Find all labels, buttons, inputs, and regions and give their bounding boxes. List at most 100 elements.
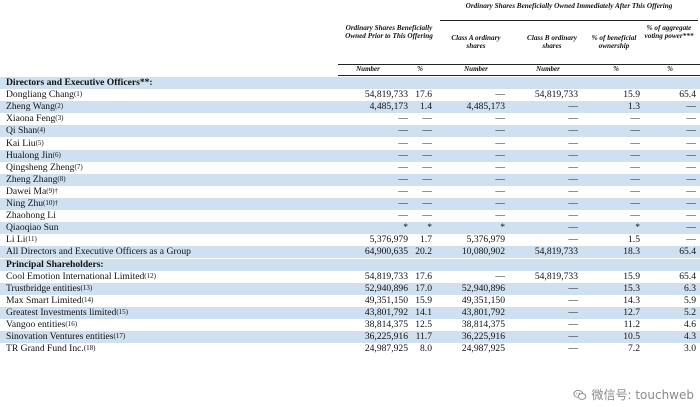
cell-c5: 15.3 <box>623 282 640 294</box>
table-row: Max Smart Limited(14) 49,351,150 15.9 49,35… <box>0 295 700 307</box>
subheader-underline <box>338 75 700 76</box>
cell-c3: — <box>495 161 505 173</box>
cell-c6: 3.0 <box>684 343 696 355</box>
wechat-icon <box>573 389 587 400</box>
footnote-ref: (16) <box>65 320 78 328</box>
cell-c1: 24,987,925 <box>364 343 408 355</box>
group-header-after-offering: Ordinary Shares Beneficially Owned Immed… <box>465 2 673 10</box>
footnote-ref: (9)† <box>46 186 58 195</box>
footnote-ref: (11) <box>25 235 37 244</box>
row-label: Dongliang Chang(1) <box>6 89 82 101</box>
cell-c6: — <box>686 198 696 209</box>
row-label: Dawei Ma(9)† <box>6 186 58 198</box>
table-row: Qi Shan(4) — — — — — — <box>0 125 700 138</box>
table-row: Hualong Jin(6) — — — — — — <box>0 149 700 162</box>
table-row: Li Li(11) 5,376,979 1.7 5,376,979 — 1.5 — <box>0 234 700 246</box>
section-title: Directors and Executive Officers**: <box>6 77 153 88</box>
footnote-ref: (7) <box>74 162 83 171</box>
cell-c1: 64,900,635 <box>364 246 408 258</box>
table-row: All Directors and Executive Officers as … <box>0 246 700 259</box>
cell-c1: 5,376,979 <box>369 234 408 246</box>
cell-c3: — <box>495 137 505 149</box>
cell-c4: — <box>568 173 578 185</box>
header-pct-ownership: % of beneficial ownership <box>591 34 637 51</box>
cell-c3: — <box>495 185 505 197</box>
cell-c3: — <box>495 198 505 209</box>
subheader-pct-ownership: % <box>613 65 619 73</box>
cell-c6: 5.9 <box>684 294 696 306</box>
cell-c5: 1.5 <box>628 234 640 246</box>
cell-c1: 4,485,173 <box>369 101 408 113</box>
cell-c4: — <box>568 234 578 246</box>
section-header: Directors and Executive Officers**: <box>0 77 700 89</box>
cell-c5: 11.2 <box>623 319 640 330</box>
cell-c6: — <box>686 185 696 197</box>
cell-c6: 5.2 <box>684 306 696 318</box>
row-label: Kai Liu(5) <box>6 138 44 150</box>
cell-c1: 36,225,916 <box>364 331 408 343</box>
cell-c2: 17.6 <box>415 270 432 282</box>
cell-c3: — <box>495 125 505 137</box>
cell-c6: 4.3 <box>684 331 696 343</box>
cell-c5: 15.9 <box>623 270 640 282</box>
footnote-ref: (1) <box>73 90 83 99</box>
row-label: Li Li(11) <box>6 234 37 246</box>
cell-c2: — <box>422 125 432 137</box>
cell-c3: 10,080,902 <box>461 246 505 258</box>
footnote-ref: (18) <box>83 344 96 353</box>
cell-c5: 15.9 <box>623 89 640 101</box>
cell-c4: — <box>568 198 578 209</box>
cell-c6: 65.4 <box>679 270 696 282</box>
cell-c4: — <box>568 125 578 137</box>
table-row: Vangoo entities(16) 38,814,375 12.5 38,814,… <box>0 319 700 331</box>
holder-name: Xiaona Feng <box>6 113 56 125</box>
holder-name: Li Li <box>6 234 26 246</box>
cell-c6: 4.6 <box>684 319 696 330</box>
cell-c2: — <box>422 210 432 222</box>
cell-c4: — <box>568 161 578 173</box>
row-label: Greatest Investments limited(15) <box>6 307 128 319</box>
cell-c4: — <box>568 282 578 294</box>
header-prior-offering: Ordinary Shares Beneficially Owned Prior… <box>345 24 433 41</box>
footnote-ref: (3) <box>55 114 64 123</box>
cell-c2: 17.0 <box>415 282 432 294</box>
cell-c3: — <box>495 270 505 282</box>
cell-c5: 18.3 <box>623 246 640 258</box>
cell-c4: 54,819,733 <box>534 89 578 101</box>
header-pct-voting: % of aggregate voting power*** <box>644 24 694 41</box>
cell-c4: — <box>568 294 578 306</box>
cell-c4: — <box>568 113 578 125</box>
cell-c6: 6.3 <box>684 282 696 294</box>
holder-name: Trustbridge entities <box>6 282 81 294</box>
cell-c5: * <box>635 222 640 234</box>
cell-c3: 5,376,979 <box>466 234 505 246</box>
holder-name: Zheng Zhang <box>6 173 58 185</box>
cell-c2: 1.7 <box>420 234 432 246</box>
holder-name: All Directors and Executive Officers as … <box>6 246 191 258</box>
footnote-ref: (15) <box>116 307 128 316</box>
cell-c2: — <box>422 185 432 197</box>
cell-c5: 7.2 <box>628 343 640 355</box>
watermark-text: 微信号: touchweb <box>591 388 694 402</box>
cell-c5: — <box>630 198 640 209</box>
holder-name: Vangoo entities <box>6 319 66 330</box>
cell-c2: 12.5 <box>415 319 432 330</box>
footnote-ref: (10)† <box>43 199 59 207</box>
cell-c3: 38,814,375 <box>461 319 505 330</box>
subheader-number-prior: Number <box>356 65 380 73</box>
cell-c6: 65.4 <box>679 246 696 258</box>
cell-c6: — <box>686 125 696 137</box>
row-label: Xiaona Feng(3) <box>6 113 63 125</box>
cell-c1: 38,814,375 <box>364 319 408 330</box>
cell-c1: — <box>398 198 408 209</box>
holder-name: Dawei Ma <box>6 185 47 197</box>
cell-c4: — <box>568 331 578 343</box>
header-class-b: Class B ordinary shares <box>527 34 577 51</box>
holder-name: Hualong Jin <box>6 149 53 161</box>
cell-c4: — <box>568 137 578 149</box>
group-header-rule <box>440 20 698 21</box>
subheader-number-class-a: Number <box>464 65 488 73</box>
row-label: Zheng Zhang(8) <box>6 174 66 186</box>
cell-c2: 20.2 <box>415 246 432 258</box>
row-label: Qi Shan(4) <box>6 125 45 137</box>
